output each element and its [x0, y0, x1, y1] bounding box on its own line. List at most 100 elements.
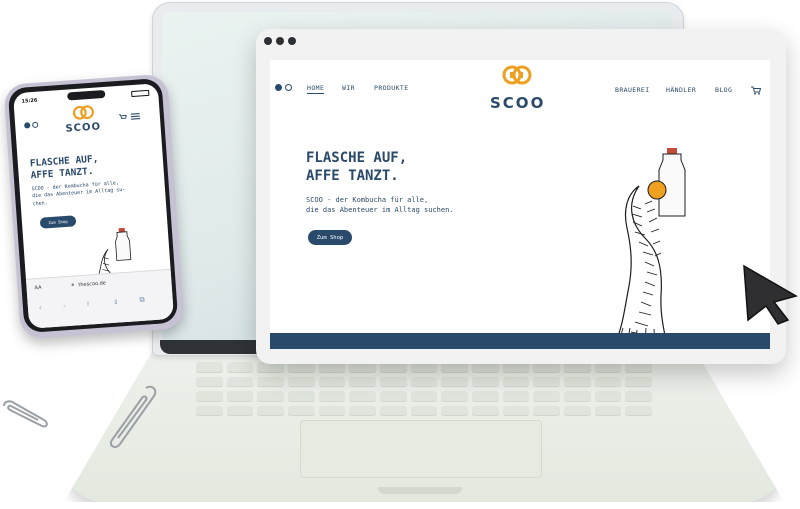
phone-url[interactable]: thescoo.de [78, 280, 106, 288]
keyboard-key [502, 405, 530, 416]
keyboard-key [563, 376, 591, 387]
cursor-icon [743, 264, 798, 325]
menu-icon[interactable] [130, 113, 141, 121]
hero-headline-line1: FLASCHE AUF, [306, 150, 408, 166]
keyboard-key [471, 405, 499, 416]
keyboard-key [257, 391, 284, 402]
keyboard-key [379, 391, 407, 402]
keyboard-key [287, 405, 315, 416]
scoo-logo-icon[interactable] [72, 104, 95, 121]
keyboard-key [594, 376, 622, 387]
keyboard-key [502, 391, 530, 402]
nav-brauerei[interactable]: BRAUEREI [615, 86, 650, 94]
instagram-icon[interactable] [31, 121, 39, 129]
hero-headline: FLASCHE AUF, AFFE TANZT. [306, 150, 407, 185]
site-brand[interactable]: SCOO [490, 94, 545, 112]
forward-icon[interactable]: › [62, 301, 67, 310]
keyboard-key [625, 405, 652, 416]
keyboard-key [625, 391, 652, 402]
hero-headline-line2: AFFE TANZT. [306, 167, 399, 184]
phone-screen: 15:26 SCOO FLASCHE AUF, AFFE TANZT. SCOO… [12, 83, 175, 329]
keyboard-key [196, 391, 223, 402]
keyboard-key [533, 376, 560, 387]
window-minimize-dot[interactable] [276, 37, 284, 45]
bookmarks-icon[interactable]: ▯ [113, 298, 118, 306]
hero-subcopy-line2: die das Abenteuer im Alltag suchen. [306, 206, 454, 215]
keyboard-key [379, 376, 407, 387]
keyboard-key [625, 376, 652, 387]
tabs-icon[interactable]: ⧉ [139, 296, 145, 305]
keyboard-key [196, 405, 223, 416]
nav-haendler[interactable]: HÄNDLER [666, 86, 696, 94]
keyboard-key [410, 405, 438, 416]
hero-subcopy-line1: SCOO - der Kombucha für alle, [306, 196, 429, 204]
phone-browser-bar: AA thescoo.de 🔒︎ ‹ › ⇧ ▯ ⧉ [25, 268, 175, 329]
zum-shop-button[interactable]: Zum Shop [308, 230, 352, 245]
keyboard-key [471, 376, 499, 387]
text-size-button[interactable]: AA [34, 285, 41, 291]
keyboard-key [410, 376, 438, 387]
keyboard-key [410, 391, 438, 402]
phone-status-time: 15:26 [21, 97, 38, 105]
keyboard-key [196, 362, 223, 373]
keyboard-key [287, 376, 315, 387]
laptop-base-notch [378, 487, 462, 494]
back-icon[interactable]: ‹ [38, 303, 43, 312]
battery-icon [131, 89, 150, 98]
keyboard-key [533, 405, 560, 416]
phone-headline: FLASCHE AUF, AFFE TANZT. [30, 154, 100, 182]
lock-icon: 🔒︎ [71, 281, 75, 288]
hero-subcopy: SCOO - der Kombucha für alle, die das Ab… [306, 195, 454, 215]
laptop-keyboard [196, 362, 652, 416]
keyboard-key [563, 391, 591, 402]
facebook-icon[interactable] [24, 122, 31, 129]
keyboard-key [196, 376, 223, 387]
website-viewport: HOME WIR PRODUKTE SCOO BRAUEREI HÄNDLER … [270, 60, 770, 349]
keyboard-key [349, 391, 376, 402]
keyboard-key [226, 376, 254, 387]
phone-zum-shop-button[interactable]: Zum Shop [39, 215, 77, 229]
nav-produkte[interactable]: PRODUKTE [374, 84, 409, 92]
laptop-trackpad [300, 420, 542, 478]
keyboard-key [349, 376, 376, 387]
keyboard-key [349, 405, 376, 416]
facebook-icon[interactable] [275, 84, 282, 91]
scoo-logo-icon[interactable] [502, 64, 532, 86]
keyboard-key [257, 376, 284, 387]
keyboard-key [226, 405, 254, 416]
keyboard-key [533, 391, 560, 402]
window-close-dot[interactable] [264, 37, 272, 45]
instagram-icon[interactable] [285, 84, 292, 91]
window-maximize-dot[interactable] [288, 37, 296, 45]
keyboard-key [287, 391, 315, 402]
cart-icon[interactable] [751, 86, 761, 95]
keyboard-key [226, 362, 254, 373]
cart-icon[interactable] [118, 113, 127, 121]
site-footer-bar [270, 333, 770, 349]
keyboard-key [471, 391, 499, 402]
nav-home[interactable]: HOME [307, 84, 325, 94]
phone-subcopy: SCOO - der Kombucha für alle, die das Ab… [31, 180, 126, 208]
paperclip-icon [110, 385, 157, 448]
keyboard-key [257, 405, 284, 416]
keyboard-key [441, 405, 468, 416]
keyboard-key [441, 391, 468, 402]
share-icon[interactable]: ⇧ [86, 299, 91, 307]
keyboard-key [226, 391, 254, 402]
keyboard-key [379, 405, 407, 416]
monkey-with-bottle-illustration [614, 148, 686, 345]
phone-brand[interactable]: SCOO [65, 121, 101, 134]
keyboard-key [318, 391, 346, 402]
keyboard-key [441, 376, 468, 387]
keyboard-key [318, 405, 346, 416]
keyboard-key [594, 405, 622, 416]
keyboard-key [594, 391, 622, 402]
monkey-with-bottle-illustration [97, 227, 132, 278]
phone-notch [67, 89, 106, 101]
paperclip-icon [3, 400, 48, 428]
nav-wir[interactable]: WIR [342, 84, 355, 92]
keyboard-key [502, 376, 530, 387]
nav-blog[interactable]: BLOG [715, 86, 732, 94]
keyboard-key [563, 405, 591, 416]
keyboard-key [318, 376, 346, 387]
